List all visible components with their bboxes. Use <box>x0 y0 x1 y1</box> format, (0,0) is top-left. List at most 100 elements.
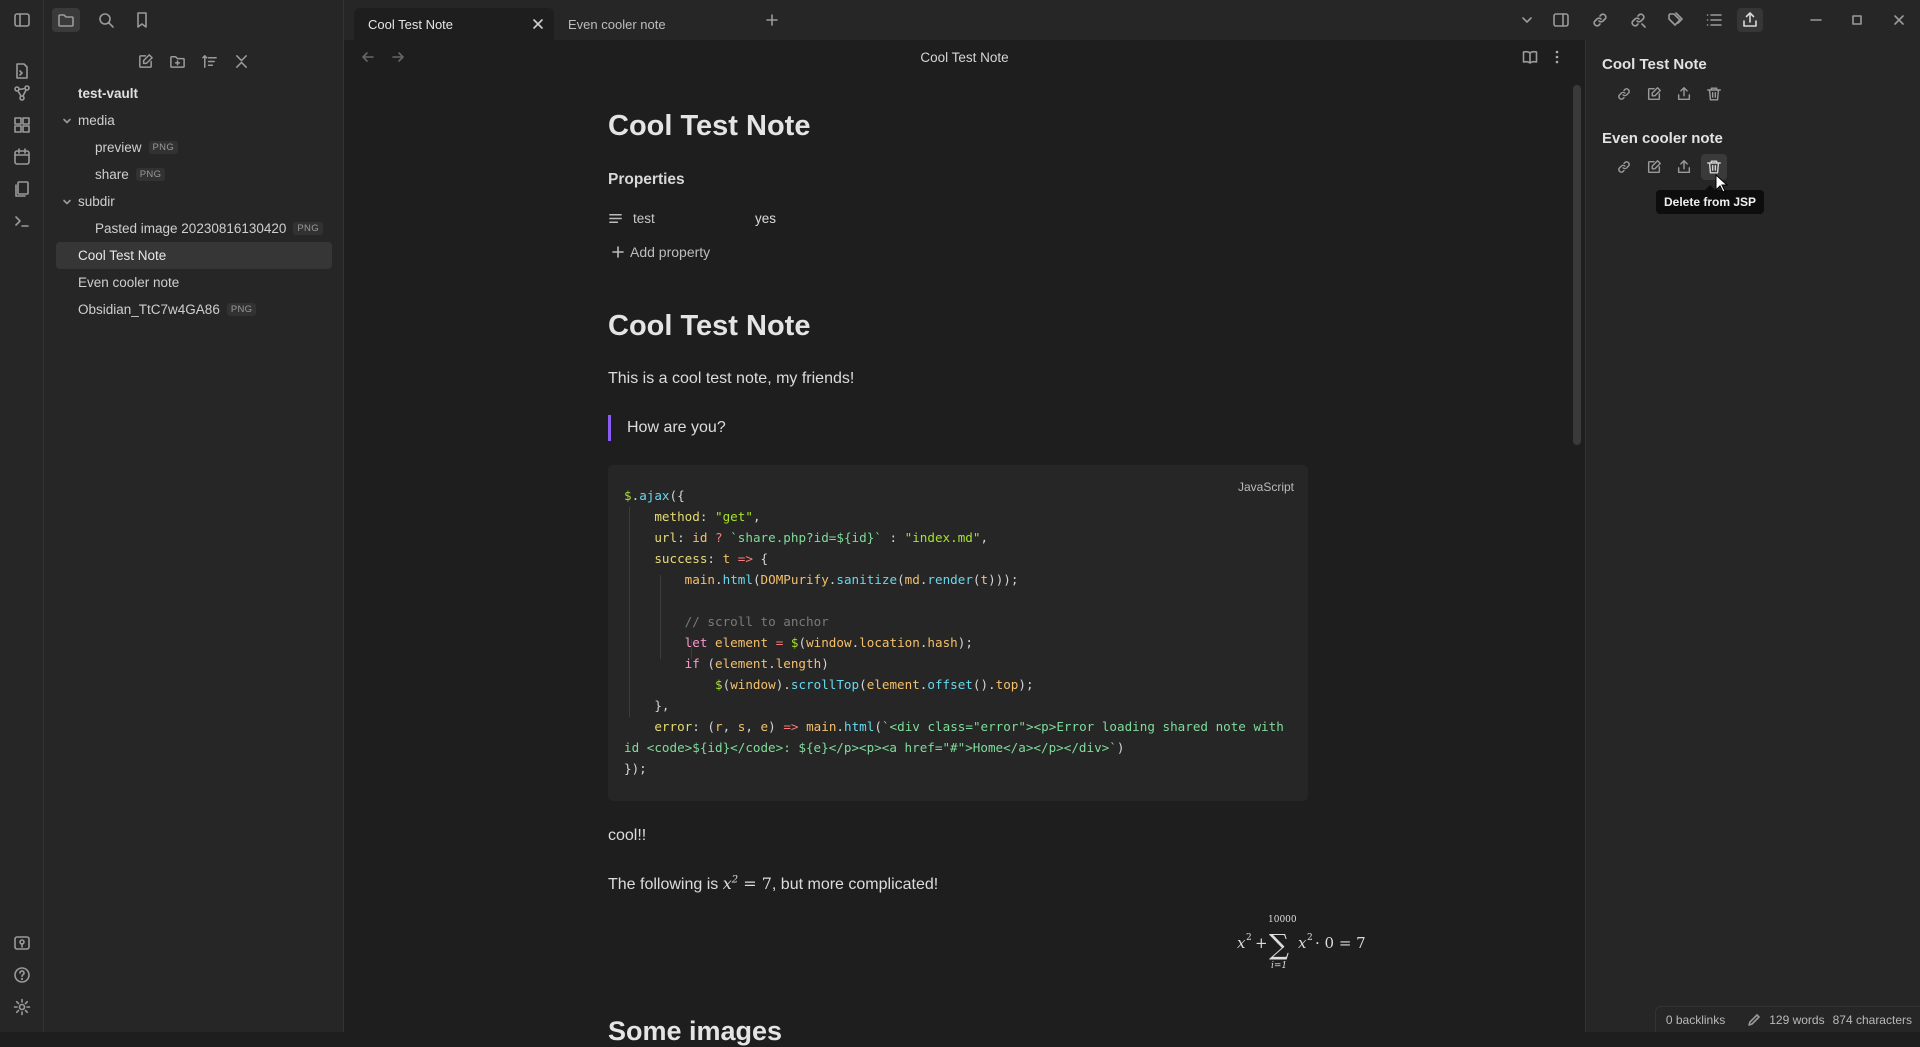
minimize-icon[interactable] <box>1803 8 1829 32</box>
character-count: 874 characters <box>1833 1013 1912 1027</box>
plugin-link-icon[interactable] <box>1587 8 1613 32</box>
more-options-icon[interactable] <box>1549 49 1565 65</box>
help-icon[interactable] <box>11 964 33 986</box>
outline-list-icon[interactable] <box>1701 8 1727 32</box>
ribbon <box>0 0 44 1032</box>
settings-gear-icon[interactable] <box>11 996 33 1018</box>
tree-file-share[interactable]: share PNG <box>56 161 332 188</box>
svg-text:+: + <box>1255 934 1268 952</box>
tab-cool-test-note[interactable]: Cool Test Note <box>354 8 554 40</box>
edit-icon[interactable] <box>1641 154 1667 180</box>
block-math: x 2 + ∑ 10000 i=1 x 2 · 0 = 7 <box>1235 910 1425 972</box>
canvas-icon[interactable] <box>11 114 33 136</box>
reading-view-book-icon[interactable] <box>1522 49 1538 65</box>
tree-file-pasted-image[interactable]: Pasted image 20230816130420 PNG <box>56 215 332 242</box>
share-upload-icon[interactable] <box>1737 8 1763 32</box>
tooltip: Delete from JSP <box>1656 190 1764 214</box>
file-type-badge: PNG <box>293 222 323 235</box>
file-type-badge: PNG <box>227 303 257 316</box>
close-tab-icon[interactable] <box>530 16 546 32</box>
svg-text:2: 2 <box>1307 933 1313 943</box>
maximize-icon[interactable] <box>1844 8 1870 32</box>
search-icon[interactable] <box>92 8 120 32</box>
code-line: $.ajax({ <box>624 485 685 506</box>
toggle-sidebar-icon[interactable] <box>8 8 36 32</box>
code-line: }, <box>624 695 670 716</box>
close-window-icon[interactable] <box>1886 8 1912 32</box>
code-line: id <code>${id}</code>: ${e}</p><p><a hre… <box>624 737 1124 758</box>
tree-folder-media[interactable]: media <box>56 107 332 134</box>
obsidian-app: test-vault media preview PNG share PNG <box>0 0 1920 1032</box>
shared-note-title: Even cooler note <box>1602 130 1723 147</box>
file-tree: test-vault media preview PNG share PNG <box>56 80 332 323</box>
svg-text:x: x <box>1298 934 1307 952</box>
code-line: success: t => { <box>624 548 768 569</box>
copy-link-icon[interactable] <box>1611 154 1637 180</box>
tree-file-obsidian-image[interactable]: Obsidian_TtC7w4GA86 PNG <box>56 296 332 323</box>
code-line: $(window).scrollTop(element.offset().top… <box>624 674 1034 695</box>
mouse-cursor <box>1715 174 1729 194</box>
add-property-button[interactable]: Add property <box>612 241 710 263</box>
new-tab-plus-icon[interactable] <box>759 8 785 32</box>
paragraph-cool: cool!! <box>608 827 646 845</box>
tree-file-preview[interactable]: preview PNG <box>56 134 332 161</box>
property-key[interactable]: test <box>633 211 755 226</box>
new-note-icon[interactable] <box>133 49 157 73</box>
sort-icon[interactable] <box>197 49 221 73</box>
svg-text:i=1: i=1 <box>1271 961 1287 971</box>
plugin-unlink-icon[interactable] <box>1625 8 1651 32</box>
chevron-down-icon <box>60 195 74 209</box>
tab-bar: Cool Test Note Even cooler note <box>344 0 1920 40</box>
daily-note-icon[interactable] <box>11 146 33 168</box>
property-row[interactable]: test yes <box>608 206 1108 230</box>
text-property-icon <box>608 211 623 226</box>
sidebar-tab-header <box>44 0 344 40</box>
copy-link-icon[interactable] <box>1611 81 1637 107</box>
templates-icon[interactable] <box>11 178 33 200</box>
editor-scrollbar[interactable] <box>1573 85 1581 445</box>
new-folder-icon[interactable] <box>165 49 189 73</box>
graph-view-icon[interactable] <box>11 82 33 104</box>
tree-file-even-cooler-note[interactable]: Even cooler note <box>56 269 332 296</box>
bookmark-icon[interactable] <box>128 8 156 32</box>
collapse-all-icon[interactable] <box>229 49 253 73</box>
file-type-badge: PNG <box>149 141 179 154</box>
plus-icon <box>612 246 624 258</box>
files-tab-folder-icon[interactable] <box>52 8 80 32</box>
share-upload-icon[interactable] <box>1671 81 1697 107</box>
open-quick-switcher-icon[interactable] <box>11 60 33 82</box>
tab-even-cooler-note[interactable]: Even cooler note <box>554 8 754 40</box>
backlinks-count[interactable]: 0 backlinks <box>1666 1013 1725 1027</box>
pencil-icon[interactable] <box>1747 1013 1761 1027</box>
property-value[interactable]: yes <box>755 211 776 226</box>
share-upload-icon[interactable] <box>1671 154 1697 180</box>
tags-icon[interactable] <box>1663 8 1689 32</box>
inline-math: x2 = 7 <box>723 874 772 893</box>
svg-text:· 0 = 7: · 0 = 7 <box>1315 934 1366 952</box>
toggle-right-sidebar-icon[interactable] <box>1548 8 1574 32</box>
tab-list-chevron-down-icon[interactable] <box>1514 8 1540 32</box>
command-palette-icon[interactable] <box>11 210 33 232</box>
editor-pane: Cool Test Note Cool Test Note Properties… <box>344 40 1585 1032</box>
vault-name[interactable]: test-vault <box>56 80 332 107</box>
vault-switcher-icon[interactable] <box>11 932 33 954</box>
inline-title[interactable]: Cool Test Note <box>608 110 810 143</box>
code-block[interactable]: JavaScript $.ajax({ method: "get", url: … <box>608 465 1308 801</box>
status-bar: 0 backlinks 129 words 874 characters <box>1655 1006 1920 1032</box>
right-sidebar-share-panel: Cool Test Note Even cooler note Delete f… <box>1585 40 1920 1032</box>
code-line: }); <box>624 758 647 779</box>
view-header: Cool Test Note <box>344 40 1585 76</box>
tree-folder-subdir[interactable]: subdir <box>56 188 332 215</box>
left-sidebar: test-vault media preview PNG share PNG <box>44 0 344 1032</box>
trash-icon[interactable] <box>1701 81 1727 107</box>
code-line: if (element.length) <box>624 653 829 674</box>
view-title[interactable]: Cool Test Note <box>344 50 1585 65</box>
shared-note-title: Cool Test Note <box>1602 56 1707 73</box>
paragraph-intro: This is a cool test note, my friends! <box>608 370 854 388</box>
edit-icon[interactable] <box>1641 81 1667 107</box>
code-line: url: id ? `share.php?id=${id}` : "index.… <box>624 527 988 548</box>
tree-file-cool-test-note[interactable]: Cool Test Note <box>56 242 332 269</box>
properties-heading[interactable]: Properties <box>608 171 685 189</box>
code-line: method: "get", <box>624 506 761 527</box>
code-line: let element = $(window.location.hash); <box>624 632 973 653</box>
